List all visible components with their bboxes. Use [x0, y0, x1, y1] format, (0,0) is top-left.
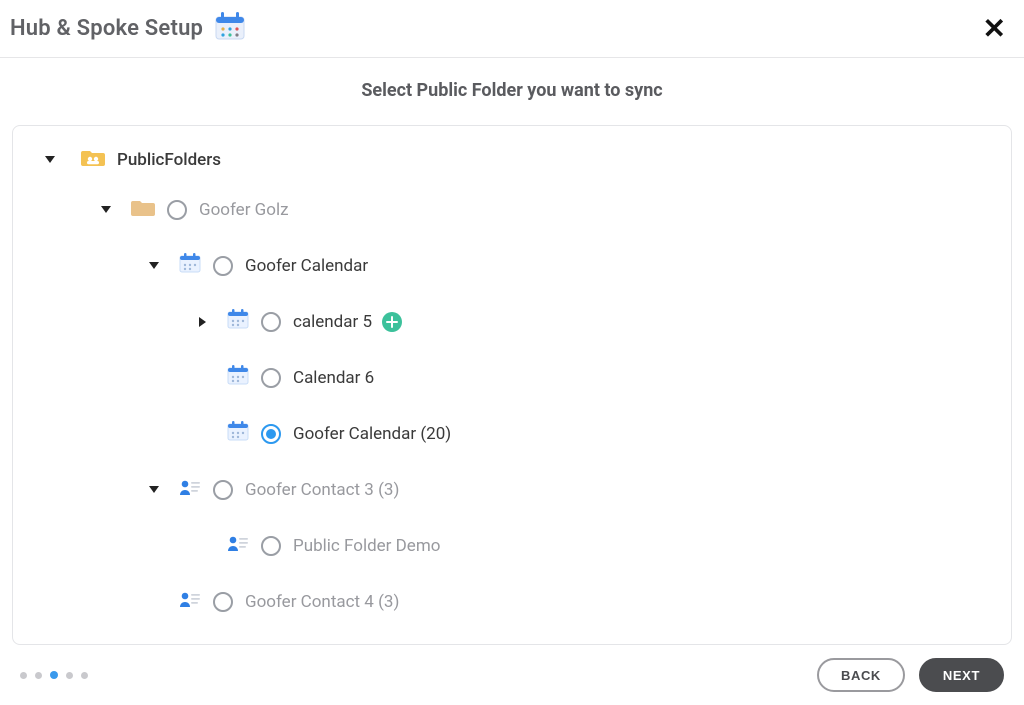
tree-label-goofer-contact-3: Goofer Contact 3 (3) — [245, 480, 399, 500]
toggle-icon[interactable] — [41, 156, 59, 163]
step-dot — [66, 672, 73, 679]
subtitle: Select Public Folder you want to sync — [0, 80, 1024, 101]
folder-icon — [131, 197, 155, 222]
tree-label-goofer-calendar: Goofer Calendar — [245, 256, 368, 276]
tree-row-public-folder-demo[interactable]: Public Folder Demo — [25, 518, 987, 574]
calendar-icon — [213, 9, 247, 47]
radio-goofer-golz[interactable] — [167, 200, 187, 220]
step-dot-active — [50, 671, 58, 679]
footer: BACK NEXT — [0, 645, 1024, 705]
tree-row-calendar-6[interactable]: Calendar 6 — [25, 350, 987, 406]
radio-goofer-contact-3[interactable] — [213, 480, 233, 500]
close-icon[interactable]: ✕ — [975, 8, 1014, 49]
folder-tree: PublicFolders Goofer Golz — [25, 138, 987, 630]
tree-row-goofer-contact-4[interactable]: Goofer Contact 4 (3) — [25, 574, 987, 630]
tree-row-goofer-calendar-20[interactable]: Goofer Calendar (20) — [25, 406, 987, 462]
tree-label-public-folder-demo: Public Folder Demo — [293, 536, 440, 556]
radio-goofer-calendar-20[interactable] — [261, 424, 281, 444]
tree-label-calendar-6: Calendar 6 — [293, 368, 374, 388]
tree-row-goofer-golz[interactable]: Goofer Golz — [25, 182, 987, 238]
calendar-icon — [227, 420, 249, 447]
calendar-icon — [227, 308, 249, 335]
subtitle-wrap: Select Public Folder you want to sync — [0, 58, 1024, 125]
folder-users-icon — [81, 147, 105, 172]
tree-row-goofer-contact-3[interactable]: Goofer Contact 3 (3) — [25, 462, 987, 518]
header: Hub & Spoke Setup ✕ — [0, 0, 1024, 58]
radio-public-folder-demo[interactable] — [261, 536, 281, 556]
tree-row-calendar-5[interactable]: calendar 5 — [25, 294, 987, 350]
tree-label-goofer-contact-4: Goofer Contact 4 (3) — [245, 592, 399, 612]
tree-row-goofer-calendar[interactable]: Goofer Calendar — [25, 238, 987, 294]
page-title: Hub & Spoke Setup — [10, 16, 203, 41]
tree-label-goofer-calendar-20: Goofer Calendar (20) — [293, 424, 451, 444]
tree-label-root: PublicFolders — [117, 150, 221, 170]
contact-icon — [227, 534, 249, 557]
toggle-icon[interactable] — [145, 262, 163, 269]
calendar-icon — [227, 364, 249, 391]
radio-goofer-calendar[interactable] — [213, 256, 233, 276]
toggle-icon[interactable] — [97, 206, 115, 213]
tree-panel: PublicFolders Goofer Golz — [12, 125, 1012, 645]
contact-icon — [179, 590, 201, 613]
step-dot — [20, 672, 27, 679]
tree-row-root[interactable]: PublicFolders — [25, 138, 987, 182]
next-button[interactable]: NEXT — [919, 658, 1004, 692]
radio-calendar-5[interactable] — [261, 312, 281, 332]
step-dot — [81, 672, 88, 679]
tree-label-calendar-5: calendar 5 — [293, 312, 372, 332]
toggle-icon[interactable] — [145, 486, 163, 493]
plus-badge-icon[interactable] — [382, 312, 402, 332]
radio-goofer-contact-4[interactable] — [213, 592, 233, 612]
contact-icon — [179, 478, 201, 501]
back-button[interactable]: BACK — [817, 658, 905, 692]
toggle-icon[interactable] — [193, 317, 211, 327]
step-dot — [35, 672, 42, 679]
tree-label-goofer-golz: Goofer Golz — [199, 200, 289, 220]
radio-calendar-6[interactable] — [261, 368, 281, 388]
calendar-icon — [179, 252, 201, 279]
step-indicator — [20, 671, 88, 679]
